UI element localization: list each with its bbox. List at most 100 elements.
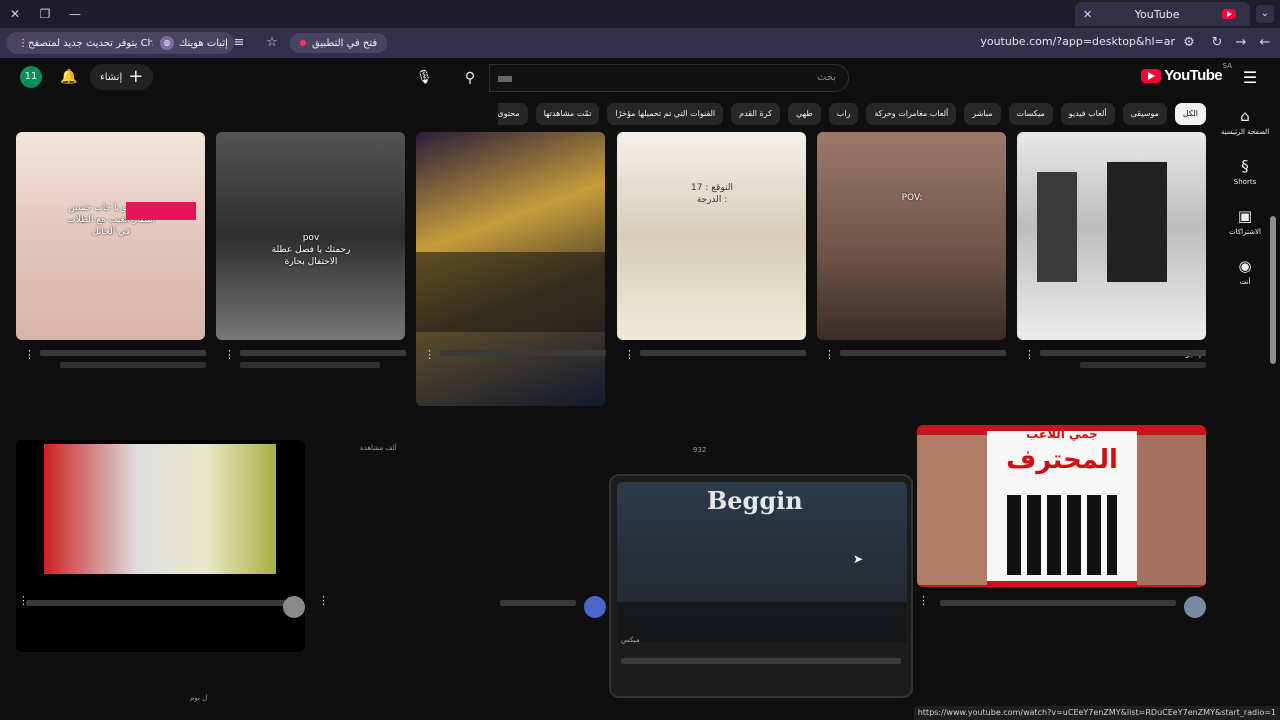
video-menu-icon[interactable]: ⋮ (1024, 348, 1035, 361)
video-thumbnail[interactable]: سعي هو يا حاب حسين انتظار الغيب مع الطلا… (16, 132, 205, 340)
verify-identity-button[interactable]: ◍ إثبات هويتك (152, 32, 234, 54)
youtube-logo[interactable]: YouTube SA (1141, 62, 1232, 84)
view-count: 932 (693, 446, 707, 454)
site-settings-icon[interactable]: ⚙ (1180, 34, 1198, 52)
chip[interactable]: القنوات التي تم تحميلها مؤخرًا (607, 103, 724, 125)
microphone-icon[interactable]: 🎙 (410, 64, 438, 92)
app-icon (300, 40, 306, 46)
bookmark-star-icon[interactable]: ☆ (263, 34, 281, 52)
title-line (60, 362, 206, 368)
chip-all[interactable]: الكل (1174, 103, 1206, 125)
video-menu-icon[interactable]: ⋮ (24, 348, 35, 361)
account-icon: ◉ (1238, 257, 1252, 275)
video-thumbnail[interactable] (1017, 132, 1206, 340)
guide-you[interactable]: ◉ أنت (1218, 258, 1272, 286)
preview-player[interactable]: Beggin ➤ (617, 482, 907, 642)
video-thumbnail[interactable]: POV: (817, 132, 1006, 340)
guide-shorts-label: Shorts (1233, 178, 1257, 186)
status-bar-url: https://www.youtube.com/watch?v=uCEeY7en… (913, 706, 1280, 720)
video-menu-icon[interactable]: ⋮ (224, 348, 235, 361)
plus-icon: + (128, 66, 144, 87)
search-placeholder: بحث (816, 72, 836, 83)
address-bar[interactable]: youtube.com/?app=desktop&hl=ar (980, 35, 1175, 48)
video-menu-icon[interactable]: ⋮ (824, 348, 835, 361)
thumb-overlay-text: pov رحمتك يا فصل عطلة الاحتفال بحارة (271, 233, 351, 267)
video-menu-icon[interactable]: ⋮ (18, 594, 29, 607)
video-menu-icon[interactable]: ⋮ (318, 594, 329, 607)
title-line (440, 350, 606, 356)
chip[interactable]: ألعاب مغامرات وحركة (866, 103, 957, 125)
chip[interactable]: ألعاب فيديو (1060, 103, 1115, 125)
video-menu-icon[interactable]: ⋮ (918, 594, 929, 607)
search-icon[interactable]: ⚲ (452, 64, 488, 92)
thumb-label-bar (126, 202, 196, 220)
thumb-overlay-text: التوقع : 17 الدرجة : (691, 183, 733, 205)
channel-avatar[interactable] (584, 596, 606, 618)
tab-search-icon[interactable]: ⌄ (1256, 5, 1274, 23)
search-input[interactable]: بحث (489, 64, 849, 92)
open-in-app-label: فتح في التطبيق (312, 37, 378, 49)
youtube-favicon-icon (1221, 9, 1236, 19)
browser-tab-bar: ✕ ❐ — + ✕ YouTube ⌄ (0, 0, 1280, 28)
chip[interactable]: راب (828, 103, 859, 125)
minimize-window-icon[interactable]: — (66, 5, 84, 23)
close-window-icon[interactable]: ✕ (6, 5, 24, 23)
title-line (840, 350, 1006, 356)
thumb-overlay-text: POV: (901, 193, 923, 203)
title-line (240, 362, 380, 368)
video-thumbnail[interactable]: التوقع : 17 الدرجة : (617, 132, 806, 340)
reading-list-icon[interactable]: ≡ (230, 34, 248, 52)
title-line (621, 658, 901, 664)
chip[interactable]: تمّت مشاهدتها (535, 103, 600, 125)
guide-subscriptions[interactable]: ▣ الاشتراكات (1218, 208, 1272, 236)
guide-shorts[interactable]: § Shorts (1218, 158, 1272, 186)
channel-avatar[interactable] (283, 596, 305, 618)
page-scrollbar[interactable] (1270, 216, 1276, 364)
video-thumbnail[interactable] (416, 132, 605, 406)
profile-badge-icon: ◍ (160, 36, 174, 50)
chip[interactable]: مباشر (964, 103, 1001, 125)
video-thumbnail[interactable] (16, 440, 305, 652)
video-preview-card[interactable]: Beggin ➤ ميكس (609, 474, 913, 698)
create-label: إنشاء (100, 71, 123, 83)
chip[interactable]: ميكسات (1008, 103, 1053, 125)
guide-home[interactable]: ⌂ الصفحة الرئيسية (1218, 108, 1272, 136)
guide-menu-icon[interactable]: ☰ (1240, 68, 1260, 88)
title-line (40, 350, 206, 356)
tab-youtube[interactable]: ✕ YouTube (1075, 2, 1250, 26)
video-thumbnail[interactable]: pov رحمتك يا فصل عطلة الاحتفال بحارة (216, 132, 405, 340)
title-line (500, 600, 576, 606)
video-menu-icon[interactable]: ⋮ (424, 348, 435, 361)
chip[interactable]: محتوى جديد لك (498, 103, 528, 125)
forward-icon[interactable]: → (1232, 34, 1250, 52)
reload-icon[interactable]: ↻ (1208, 34, 1226, 52)
thumb-title-text: المحترف (1006, 445, 1118, 475)
tab-title: YouTube (1134, 7, 1180, 21)
channel-avatar[interactable] (1184, 596, 1206, 618)
thumb-figure (1107, 162, 1167, 282)
video-thumbnail[interactable]: جمي اللاعب المحترف (917, 425, 1206, 587)
chip[interactable]: موسيقى (1122, 103, 1167, 125)
title-line (1040, 350, 1206, 356)
subscriptions-icon: ▣ (1237, 207, 1253, 225)
chip[interactable]: طهي (787, 103, 821, 125)
notifications-bell-icon[interactable]: 🔔 (58, 66, 80, 88)
thumb-shade (416, 252, 605, 332)
chip[interactable]: كرة القدم (731, 103, 780, 125)
create-button[interactable]: إنشاء + (90, 64, 154, 90)
title-line (940, 600, 1176, 606)
title-line (640, 350, 806, 356)
preview-title: Beggin (707, 486, 803, 515)
guide-home-label: الصفحة الرئيسية (1220, 128, 1270, 136)
restore-window-icon[interactable]: ❐ (36, 5, 54, 23)
view-count: ألف مشاهدة (360, 444, 397, 452)
title-line (240, 350, 406, 356)
tab-close-icon[interactable]: ✕ (1083, 8, 1092, 21)
avatar[interactable]: 11 (20, 66, 42, 88)
open-in-app-button[interactable]: فتح في التطبيق (290, 33, 388, 53)
guide-you-label: أنت (1239, 278, 1251, 286)
video-menu-icon[interactable]: ⋮ (624, 348, 635, 361)
back-icon[interactable]: ← (1256, 34, 1274, 52)
thumb-silhouettes (1007, 495, 1117, 575)
browser-toolbar: ⋮ يتوفر تحديث جديد لمتصفح Chrome ◍ إثبات… (0, 28, 1280, 58)
